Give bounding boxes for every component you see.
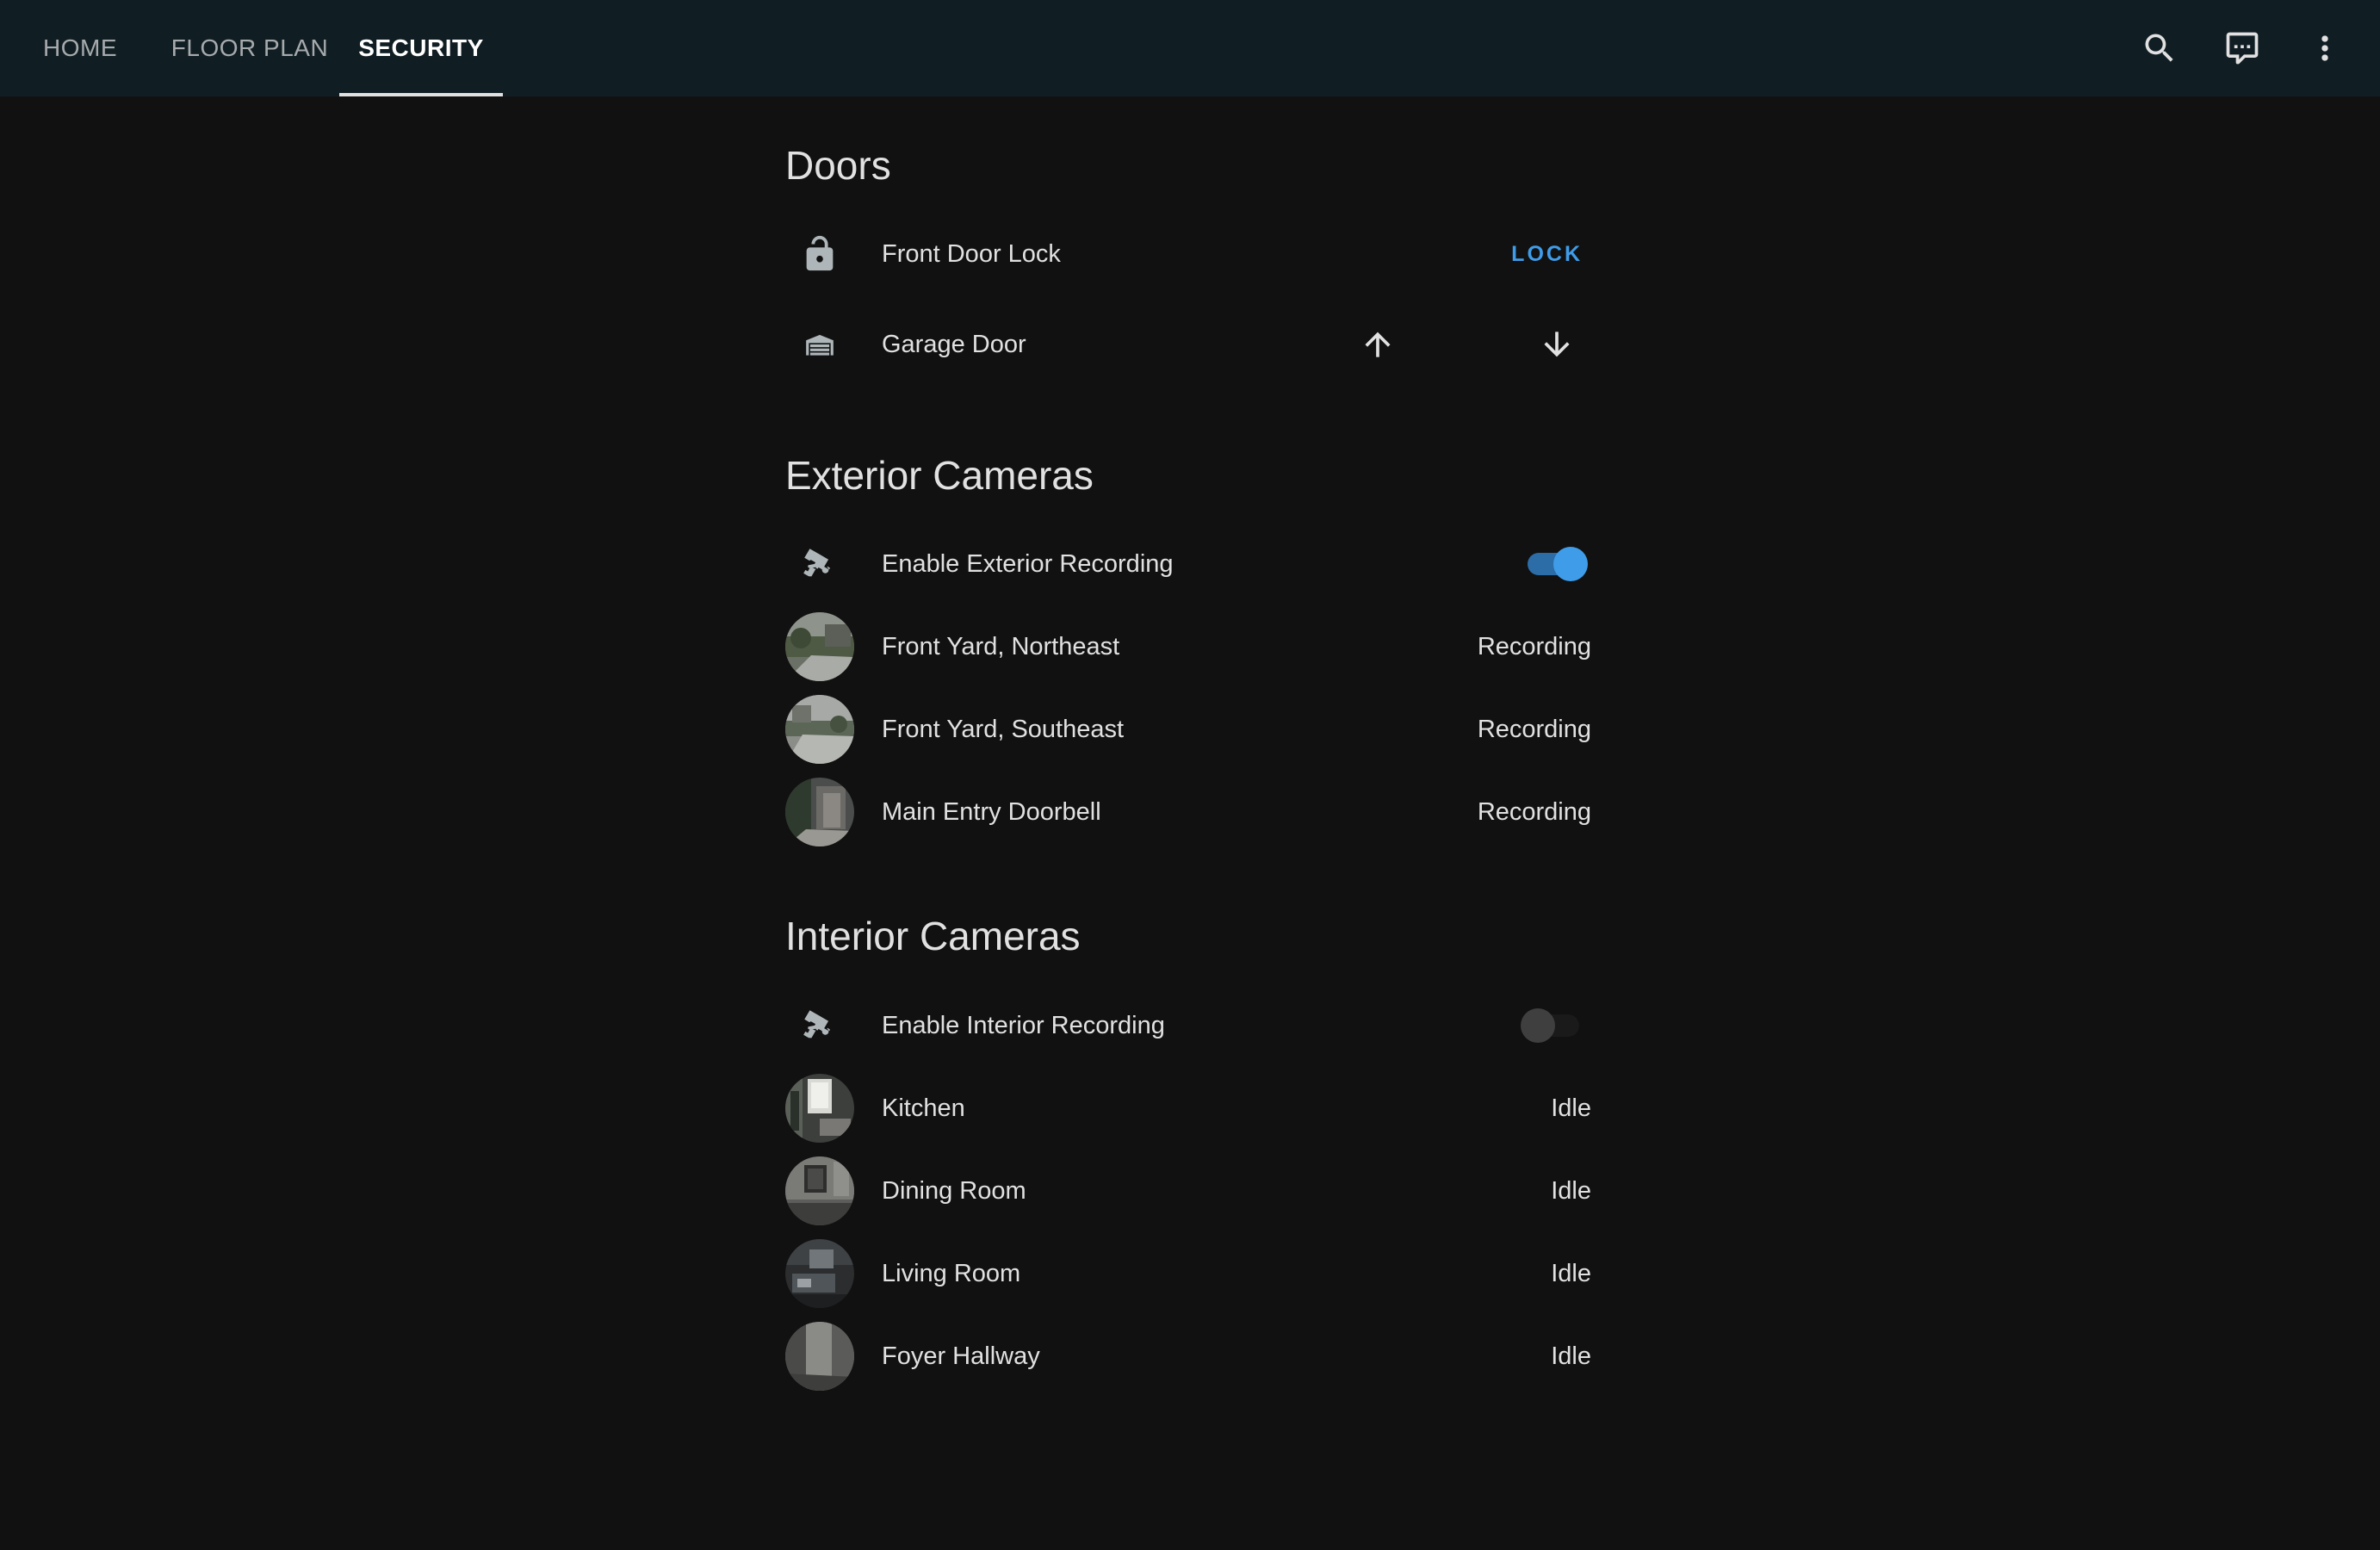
more-vertical-icon <box>2321 35 2328 61</box>
close-cover-button[interactable] <box>1522 310 1591 379</box>
more-options-button[interactable] <box>2284 7 2366 90</box>
camera-state: Recording <box>1477 715 1591 743</box>
camera-label: Dining Room <box>882 1176 1026 1205</box>
camera-state: Idle <box>1551 1094 1591 1122</box>
exterior-recording-label: Enable Exterior Recording <box>882 549 1174 578</box>
toggle-knob <box>1553 547 1588 581</box>
search-icon <box>2145 34 2173 62</box>
camera-row[interactable]: Living Room Idle <box>785 1239 1591 1308</box>
cctv-icon <box>785 991 854 1060</box>
camera-thumbnail-dining-room <box>785 1156 854 1225</box>
lock-button[interactable]: LOCK <box>1511 242 1583 267</box>
interior-cameras-section-title: Interior Cameras <box>785 914 1081 958</box>
view-tabs: HOME FLOOR PLAN SECURITY <box>0 0 503 96</box>
tab-floor-plan[interactable]: FLOOR PLAN <box>160 0 339 96</box>
camera-thumbnail-front-yard-southeast <box>785 695 854 764</box>
tab-home[interactable]: HOME <box>0 0 160 96</box>
front-door-lock-row[interactable]: Front Door Lock LOCK <box>785 220 1591 288</box>
camera-row[interactable]: Kitchen Idle <box>785 1074 1591 1143</box>
top-app-bar: HOME FLOOR PLAN SECURITY <box>0 0 2380 96</box>
camera-label: Living Room <box>882 1259 1021 1287</box>
camera-state: Idle <box>1551 1176 1591 1205</box>
arrow-down-icon <box>1544 332 1570 357</box>
interior-recording-label: Enable Interior Recording <box>882 1011 1165 1039</box>
garage-door-row[interactable]: Garage Door <box>785 310 1591 379</box>
garage-icon <box>785 310 854 379</box>
arrow-up-icon <box>1365 332 1391 357</box>
camera-row[interactable]: Front Yard, Northeast Recording <box>785 612 1591 681</box>
camera-label: Main Entry Doorbell <box>882 797 1101 826</box>
camera-state: Idle <box>1551 1342 1591 1370</box>
lock-open-icon <box>785 220 854 288</box>
exterior-recording-toggle[interactable] <box>1519 547 1588 581</box>
interior-recording-row: Enable Interior Recording <box>785 991 1591 1060</box>
doors-section-title: Doors <box>785 143 891 188</box>
camera-thumbnail-kitchen <box>785 1074 854 1143</box>
camera-thumbnail-front-yard-northeast <box>785 612 854 681</box>
camera-label: Front Yard, Northeast <box>882 632 1120 660</box>
camera-thumbnail-foyer-hallway <box>785 1322 854 1391</box>
interior-recording-toggle[interactable] <box>1519 1008 1588 1043</box>
exterior-cameras-section-title: Exterior Cameras <box>785 453 1094 498</box>
camera-row[interactable]: Foyer Hallway Idle <box>785 1322 1591 1391</box>
camera-row[interactable]: Dining Room Idle <box>785 1156 1591 1225</box>
open-cover-button[interactable] <box>1343 310 1412 379</box>
garage-door-label: Garage Door <box>882 330 1026 358</box>
front-door-lock-label: Front Door Lock <box>882 239 1061 268</box>
camera-row[interactable]: Main Entry Doorbell Recording <box>785 778 1591 846</box>
assist-button[interactable] <box>2201 7 2284 90</box>
camera-state: Recording <box>1477 797 1591 826</box>
camera-state: Recording <box>1477 632 1591 660</box>
assist-chat-icon <box>2226 32 2259 65</box>
camera-thumbnail-main-entry-doorbell <box>785 778 854 846</box>
camera-thumbnail-living-room <box>785 1239 854 1308</box>
garage-door-controls <box>1343 310 1591 379</box>
camera-label: Kitchen <box>882 1094 965 1122</box>
camera-state: Idle <box>1551 1259 1591 1287</box>
exterior-recording-row: Enable Exterior Recording <box>785 530 1591 598</box>
camera-row[interactable]: Front Yard, Southeast Recording <box>785 695 1591 764</box>
camera-label: Foyer Hallway <box>882 1342 1040 1370</box>
cctv-icon <box>785 530 854 598</box>
camera-label: Front Yard, Southeast <box>882 715 1125 743</box>
toolbar-actions <box>2118 0 2380 96</box>
search-button[interactable] <box>2118 7 2201 90</box>
tab-security[interactable]: SECURITY <box>339 0 503 96</box>
toggle-knob <box>1521 1008 1555 1043</box>
